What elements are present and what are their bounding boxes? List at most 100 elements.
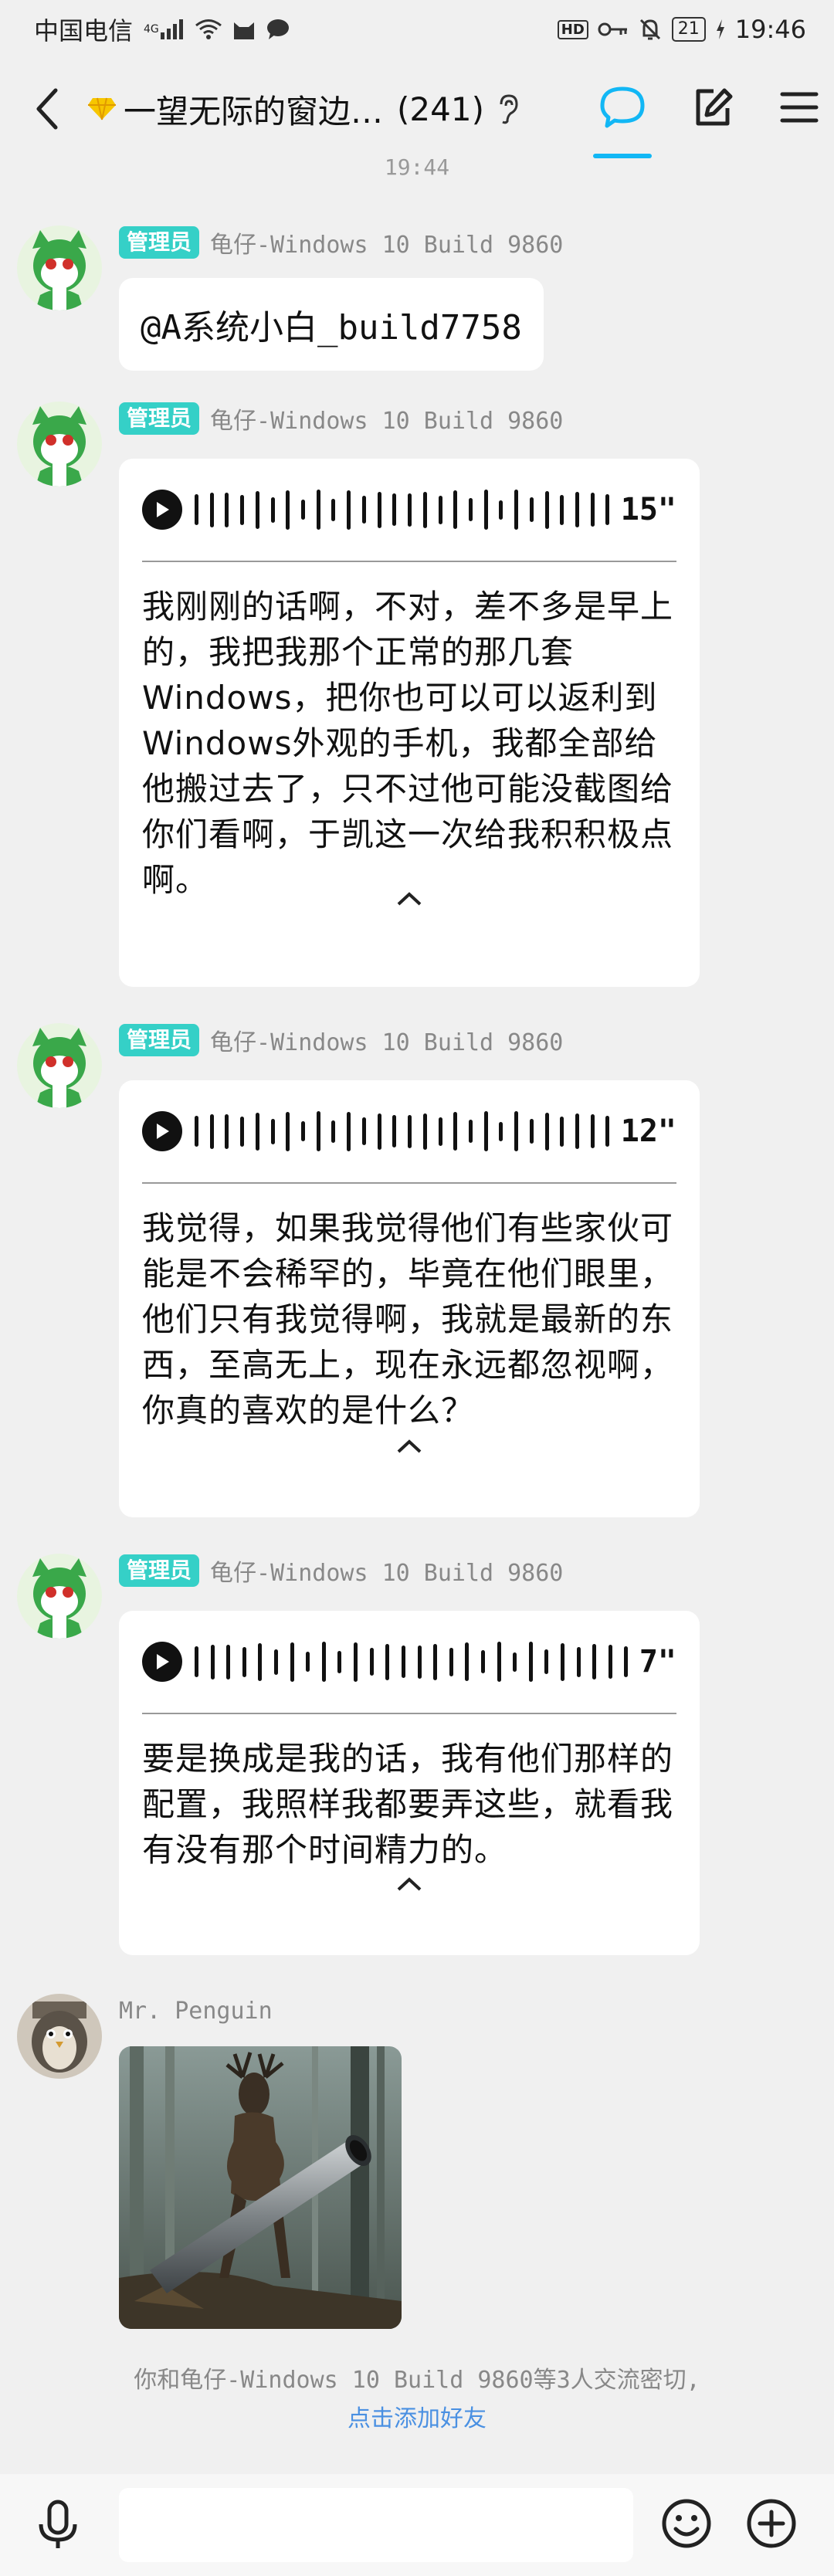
voice-transcript: 我觉得，如果我觉得他们有些家伙可能是不会稀罕的，毕竟在他们眼里，他们只有我觉得啊… <box>142 1209 674 1429</box>
waveform-bar <box>316 1111 320 1151</box>
waveform-bar <box>225 1113 229 1149</box>
ear-icon <box>497 93 520 124</box>
waveform-bar <box>438 495 442 524</box>
back-button[interactable] <box>23 78 70 140</box>
cat-app-icon <box>232 16 256 42</box>
sender-name[interactable]: 龟仔-Windows 10 Build 9860 <box>210 402 563 436</box>
plus-icon[interactable] <box>746 2498 797 2552</box>
waveform-bar <box>209 492 214 527</box>
admin-badge: 管理员 <box>119 226 200 259</box>
charging-icon <box>715 16 726 42</box>
chat-app-icon <box>266 16 290 42</box>
waveform-bar <box>392 1115 397 1147</box>
text-bubble[interactable]: @A系统小白_build7758 <box>119 278 544 371</box>
waveform-bar <box>392 493 397 526</box>
waveform-bar <box>369 1648 374 1676</box>
waveform-bar <box>347 1111 351 1151</box>
key-icon <box>598 16 629 42</box>
voice-duration: 7" <box>639 1644 676 1679</box>
member-count: (241) <box>397 90 484 128</box>
waveform-bar <box>624 1646 629 1677</box>
edit-icon[interactable] <box>692 86 734 131</box>
voice-bubble[interactable]: 12" 我觉得，如果我觉得他们有些家伙可能是不会稀罕的，毕竟在他们眼里，他们只有… <box>119 1080 700 1517</box>
diamond-icon <box>88 97 116 120</box>
waveform-bar <box>408 1114 412 1148</box>
microphone-icon <box>39 2500 77 2548</box>
play-button[interactable] <box>142 1111 182 1151</box>
carrier-label: 中国电信 <box>34 16 134 46</box>
waveform-bar <box>408 493 412 527</box>
waveform-bar <box>561 1642 565 1681</box>
waveform-bar <box>529 497 534 522</box>
waveform-bar <box>274 1649 279 1675</box>
group-title[interactable]: 一望无际的窗边… <box>86 86 383 133</box>
waveform-bar <box>590 493 595 527</box>
image-message[interactable] <box>119 2046 402 2329</box>
voice-transcript: 要是换成是我的话，我有他们那样的配置，我照样我都要弄这些，就看我有没有那个时间精… <box>142 1740 674 1869</box>
waveform-bar <box>499 500 503 520</box>
deer-carrying-pipe-image <box>119 2046 402 2329</box>
group-name: 一望无际的窗边… <box>124 92 384 130</box>
back-arrow-icon <box>36 88 58 130</box>
sender-name[interactable]: Mr. Penguin <box>119 1998 273 2025</box>
avatar[interactable] <box>17 1023 102 1108</box>
waveform-bar <box>513 1652 517 1672</box>
message-input[interactable] <box>119 2488 633 2562</box>
friend-hint-text: 你和龟仔-Windows 10 Build 9860等3人交流密切, <box>134 2367 700 2394</box>
waveform-bar <box>255 490 259 529</box>
waveform-bar <box>240 1116 245 1147</box>
voice-bubble[interactable]: 15" 我刚刚的话啊，不对，差不多是早上的，我把我那个正常的那几套Windows… <box>119 459 700 987</box>
emoji-icon[interactable] <box>661 2498 712 2552</box>
chat-bubble-icon[interactable] <box>593 86 652 158</box>
voice-bubble[interactable]: 7" 要是换成是我的话，我有他们那样的配置，我照样我都要弄这些，就看我有没有那个… <box>119 1611 700 1955</box>
waveform-bar <box>483 1111 488 1151</box>
avatar[interactable] <box>17 225 102 310</box>
waveform-bar <box>468 498 473 521</box>
waveform-bar <box>499 1121 503 1141</box>
waveform-bar <box>514 1111 519 1151</box>
menu-icon[interactable] <box>780 90 819 127</box>
waveform-bar <box>544 1112 549 1151</box>
waveform-bar <box>240 494 245 525</box>
collapse-button[interactable] <box>142 868 676 930</box>
waveform-bar <box>255 1112 259 1151</box>
play-icon <box>157 1654 169 1669</box>
sender-name[interactable]: 龟仔-Windows 10 Build 9860 <box>210 225 563 259</box>
sender-name[interactable]: 龟仔-Windows 10 Build 9860 <box>210 1023 563 1057</box>
avatar[interactable] <box>17 402 102 486</box>
waveform-bar <box>449 1647 453 1676</box>
message-item: 管理员 龟仔-Windows 10 Build 9860 @A系统小白_buil… <box>17 225 820 371</box>
message-text: @A系统小白_build7758 <box>141 308 522 347</box>
play-button[interactable] <box>142 490 182 530</box>
avatar[interactable] <box>17 1994 102 2079</box>
waveform-bar <box>465 1642 470 1681</box>
play-button[interactable] <box>142 1642 182 1682</box>
waveform-bar <box>605 494 610 525</box>
waveform-bar <box>210 1644 215 1679</box>
waveform-bar <box>377 491 381 528</box>
waveform-bar <box>301 1121 306 1141</box>
waveform-bar <box>209 1113 214 1149</box>
message-item: 管理员 龟仔-Windows 10 Build 9860 12" 我觉得，如果我… <box>17 1023 820 1517</box>
waveform-bar <box>270 497 275 523</box>
waveform-bar <box>301 500 306 520</box>
clock: 19:46 <box>734 15 806 44</box>
avatar[interactable] <box>17 1554 102 1639</box>
waveform-bar <box>422 1113 427 1150</box>
waveform-bar <box>453 490 458 529</box>
waveform-bar <box>514 490 519 530</box>
waveform-bar <box>331 498 336 521</box>
waveform-bar <box>377 1113 381 1150</box>
network-type: 4G <box>144 23 159 36</box>
waveform-bar <box>401 1646 405 1678</box>
voice-input-button[interactable] <box>23 2500 93 2551</box>
waveform-bar <box>544 1649 549 1674</box>
play-icon <box>157 1124 169 1139</box>
sender-name[interactable]: 龟仔-Windows 10 Build 9860 <box>210 1554 563 1588</box>
waveform-bar <box>453 1112 458 1151</box>
status-bar: 中国电信 4G HD 21 19:46 <box>0 0 834 59</box>
waveform-bar <box>592 1644 597 1679</box>
waveform-bar <box>195 1646 198 1677</box>
time-divider: 19:44 <box>384 154 450 180</box>
add-friend-link[interactable]: 点击添加好友 <box>0 2400 834 2439</box>
